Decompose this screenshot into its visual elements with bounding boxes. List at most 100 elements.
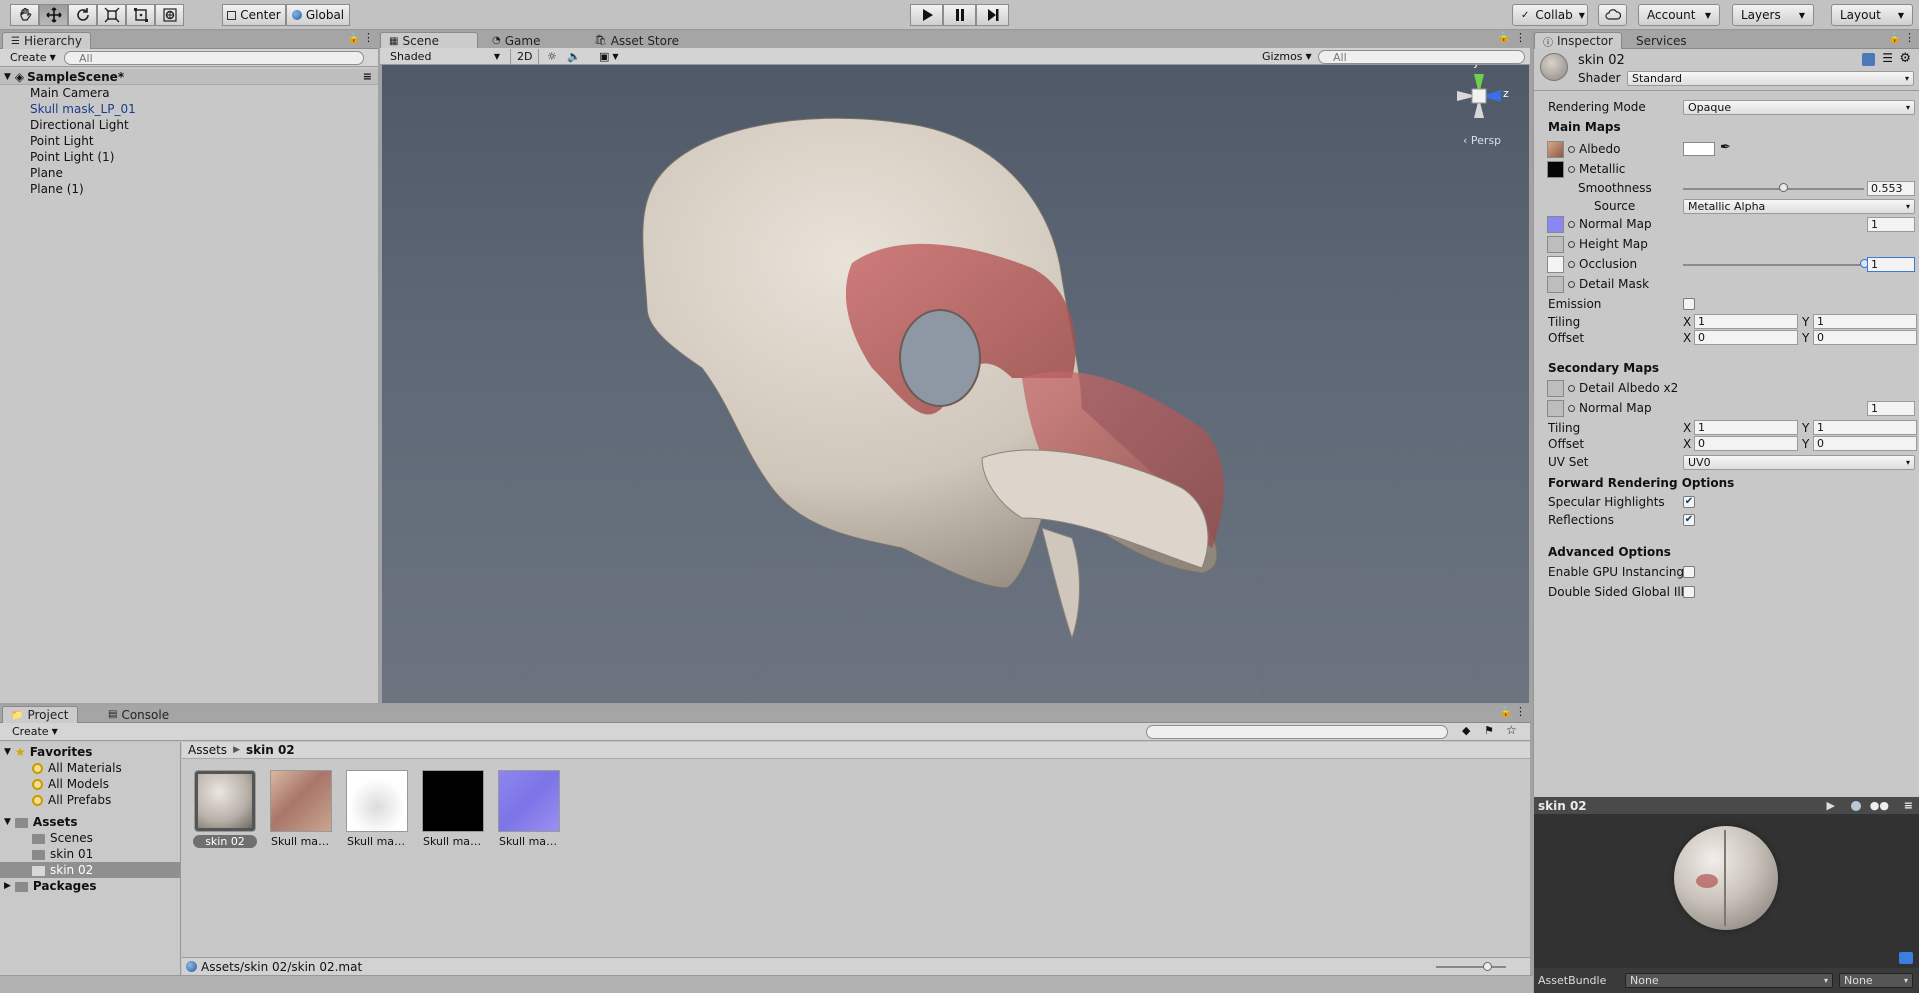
asset-item[interactable]: Skull mask... <box>345 770 409 848</box>
collab-dropdown[interactable]: ✓ Collab ▼ <box>1512 4 1588 26</box>
hierarchy-item[interactable]: Directional Light <box>0 117 378 133</box>
preview-header[interactable]: skin 02 ▶ ●● ≡ <box>1534 797 1919 814</box>
favorite-item[interactable]: All Materials <box>0 760 180 776</box>
play-button[interactable] <box>910 4 943 26</box>
lock-icon[interactable]: 🔒 <box>1498 32 1510 43</box>
asset-folder-item-selected[interactable]: skin 02 <box>0 862 180 878</box>
breadcrumb-current[interactable]: skin 02 <box>246 743 295 757</box>
tiling-y-field[interactable]: 1 <box>1813 314 1917 329</box>
scene-menu-icon[interactable]: ≡ <box>363 70 372 83</box>
panel-menu-icon[interactable]: ⋮ <box>1515 31 1526 44</box>
thumbnail-size-thumb[interactable] <box>1483 962 1492 971</box>
normal-map-scale-field[interactable]: 1 <box>1867 217 1915 232</box>
picker-dot-icon[interactable] <box>1568 385 1575 392</box>
offset-x-field[interactable]: 0 <box>1694 330 1798 345</box>
secondary-offset-x-field[interactable]: 0 <box>1694 436 1798 451</box>
emission-checkbox[interactable] <box>1683 298 1695 310</box>
filter-label-icon[interactable]: ⚑ <box>1484 724 1494 737</box>
hierarchy-item[interactable]: Skull mask_LP_01 <box>0 101 378 117</box>
effects-dropdown[interactable]: ▣ ▼ <box>593 49 625 64</box>
double-sided-gi-checkbox[interactable] <box>1683 586 1695 598</box>
source-dropdown[interactable]: Metallic Alpha ▾ <box>1683 199 1915 214</box>
hierarchy-search-input[interactable]: All <box>64 51 364 65</box>
hierarchy-item[interactable]: Main Camera <box>0 85 378 101</box>
tab-console[interactable]: ▤ Console <box>100 706 177 723</box>
preview-light-icon[interactable]: ●● <box>1870 799 1889 812</box>
shader-dropdown[interactable]: Standard ▾ <box>1627 71 1914 86</box>
tag-icon[interactable] <box>1899 952 1913 964</box>
tab-game[interactable]: ◔ Game <box>484 32 548 49</box>
settings-sliders-icon[interactable]: ☰ <box>1882 51 1893 65</box>
assetbundle-dropdown[interactable]: None ▾ <box>1625 973 1833 988</box>
project-search-input[interactable] <box>1146 725 1448 739</box>
shading-mode-dropdown[interactable]: Shaded ▼ <box>384 49 506 64</box>
step-button[interactable] <box>976 4 1009 26</box>
layout-dropdown[interactable]: Layout ▼ <box>1831 4 1913 26</box>
tab-scene[interactable]: ▦ Scene <box>380 32 478 49</box>
secondary-normal-map-texture-slot[interactable] <box>1547 400 1564 417</box>
occlusion-texture-slot[interactable] <box>1547 256 1564 273</box>
favorite-item[interactable]: All Models <box>0 776 180 792</box>
albedo-color-swatch[interactable] <box>1683 142 1715 156</box>
albedo-texture-slot[interactable] <box>1547 141 1564 158</box>
hierarchy-create-button[interactable]: Create ▼ <box>4 50 62 65</box>
detail-mask-texture-slot[interactable] <box>1547 276 1564 293</box>
cloud-button[interactable] <box>1598 4 1627 26</box>
help-book-icon[interactable] <box>1862 53 1875 66</box>
offset-y-field[interactable]: 0 <box>1813 330 1917 345</box>
tiling-x-field[interactable]: 1 <box>1694 314 1798 329</box>
assets-group[interactable]: ▼ Assets <box>0 814 180 830</box>
tab-hierarchy[interactable]: ☰ Hierarchy <box>2 32 91 49</box>
smoothness-slider-track[interactable] <box>1683 188 1864 190</box>
normal-map-texture-slot[interactable] <box>1547 216 1564 233</box>
tab-inspector[interactable]: ⓘ Inspector <box>1534 32 1622 49</box>
detail-albedo-texture-slot[interactable] <box>1547 380 1564 397</box>
metallic-texture-slot[interactable] <box>1547 161 1564 178</box>
secondary-offset-y-field[interactable]: 0 <box>1813 436 1917 451</box>
preview-play-icon[interactable]: ▶ <box>1827 799 1835 812</box>
asset-folder-item[interactable]: Scenes <box>0 830 180 846</box>
lock-icon[interactable]: 🔒 <box>348 33 360 44</box>
filter-type-icon[interactable]: ◆ <box>1462 724 1470 737</box>
asset-item[interactable]: Skull mask... <box>269 770 333 848</box>
picker-dot-icon[interactable] <box>1568 405 1575 412</box>
picker-dot-icon[interactable] <box>1568 166 1575 173</box>
packages-group[interactable]: ▶ Packages <box>0 878 180 894</box>
gizmos-dropdown[interactable]: Gizmos ▼ <box>1256 49 1318 64</box>
favorites-group[interactable]: ▼ ★ Favorites <box>0 744 180 760</box>
scene-viewport[interactable]: y z ‹ Persp 🔒 <box>382 48 1529 703</box>
project-create-button[interactable]: Create ▼ <box>6 724 64 739</box>
occlusion-slider-track[interactable] <box>1683 264 1864 266</box>
panel-menu-icon[interactable]: ⋮ <box>1904 31 1915 44</box>
rendering-mode-dropdown[interactable]: Opaque ▾ <box>1683 100 1915 115</box>
hand-tool-icon[interactable] <box>10 4 39 26</box>
uv-set-dropdown[interactable]: UV0 ▾ <box>1683 455 1915 470</box>
occlusion-field[interactable]: 1 <box>1867 257 1915 272</box>
space-global-button[interactable]: Global <box>286 4 350 26</box>
skull-mask-model[interactable] <box>642 117 1224 640</box>
scene-header[interactable]: ▼ ◈ SampleScene* ≡ <box>0 69 378 85</box>
picker-dot-icon[interactable] <box>1568 221 1575 228</box>
tab-asset-store[interactable]: 🛍 Asset Store <box>586 32 687 49</box>
panel-menu-icon[interactable]: ⋮ <box>1515 705 1526 718</box>
secondary-tiling-y-field[interactable]: 1 <box>1813 420 1917 435</box>
asset-item[interactable]: Skull mask... <box>421 770 485 848</box>
picker-dot-icon[interactable] <box>1568 146 1575 153</box>
eyedropper-icon[interactable]: ✒ <box>1720 140 1731 155</box>
smoothness-field[interactable]: 0.553 <box>1867 181 1915 196</box>
lighting-toggle[interactable]: ☼ <box>541 49 563 64</box>
reflections-checkbox[interactable]: ✔ <box>1683 514 1695 526</box>
favorite-star-icon[interactable]: ☆ <box>1506 723 1517 737</box>
secondary-normal-scale-field[interactable]: 1 <box>1867 401 1915 416</box>
pivot-center-button[interactable]: Center <box>222 4 286 26</box>
preview-sphere-icon[interactable] <box>1851 800 1861 811</box>
height-map-texture-slot[interactable] <box>1547 236 1564 253</box>
rotate-tool-icon[interactable] <box>68 4 97 26</box>
pause-button[interactable] <box>943 4 976 26</box>
audio-toggle[interactable]: 🔈 <box>561 49 587 64</box>
scale-tool-icon[interactable] <box>97 4 126 26</box>
tab-project[interactable]: 📁 Project <box>2 706 78 723</box>
lock-icon[interactable]: 🔒 <box>1889 33 1901 44</box>
material-preview-area[interactable] <box>1534 814 1919 968</box>
assetbundle-variant-dropdown[interactable]: None ▾ <box>1839 973 1913 988</box>
